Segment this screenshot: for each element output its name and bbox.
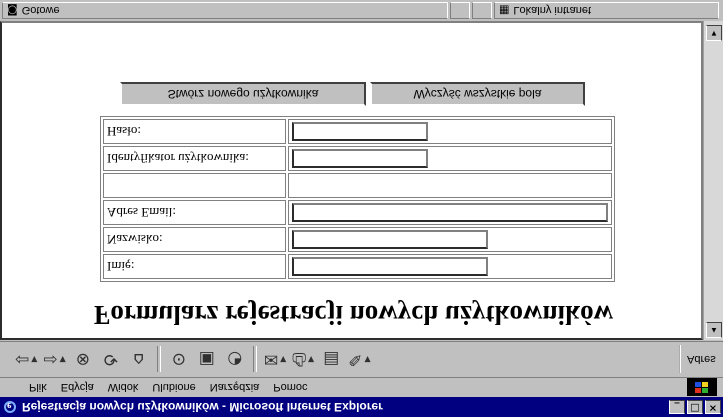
back-arrow-icon: ⇦ bbox=[15, 349, 30, 370]
search-button[interactable]: ⊙ bbox=[165, 347, 193, 373]
empty-field-cell bbox=[288, 173, 612, 198]
back-button[interactable]: ⇦ ▼ bbox=[12, 347, 40, 373]
scroll-up-button[interactable]: ▲ bbox=[706, 322, 722, 338]
password-input[interactable] bbox=[292, 122, 428, 141]
refresh-icon: ⟳ bbox=[103, 349, 118, 370]
svg-text:e: e bbox=[7, 400, 12, 411]
favorites-button[interactable]: ▣ bbox=[193, 347, 221, 373]
form-row-spacer bbox=[103, 173, 612, 198]
form-row-password: Hasło: bbox=[103, 119, 612, 144]
form-row-last-name: Nazwisko: bbox=[103, 227, 612, 252]
status-panel-empty bbox=[450, 2, 470, 19]
password-label: Hasło: bbox=[103, 119, 286, 144]
history-button[interactable]: ◔ bbox=[221, 347, 249, 373]
form-buttons: Stwórz nowego użytkownika Wyczyść wszyst… bbox=[120, 82, 585, 106]
up-arrow-icon: ▲ bbox=[710, 326, 718, 335]
page-content: Formularz rejestracji nowych użytkownikó… bbox=[0, 21, 703, 340]
clear-fields-button[interactable]: Wyczyść wszystkie pola bbox=[370, 82, 585, 106]
refresh-button[interactable]: ⟳ bbox=[97, 347, 125, 373]
create-user-button[interactable]: Stwórz nowego użytkownika bbox=[120, 82, 366, 106]
history-icon: ◔ bbox=[227, 349, 243, 370]
dropdown-arrow-icon: ▼ bbox=[364, 355, 371, 364]
menu-help[interactable]: Pomoc bbox=[266, 382, 314, 394]
page-heading: Formularz rejestracji nowych użytkownikó… bbox=[93, 300, 614, 330]
menu-bar: Plik Edycja Widok Ulubione Narzędzia Pom… bbox=[0, 377, 723, 397]
status-panel-empty bbox=[472, 2, 492, 19]
form-row-user-id: Identyfikator użytkownika: bbox=[103, 146, 612, 171]
forward-button[interactable]: ⇨ ▼ bbox=[40, 347, 68, 373]
form-row-first-name: Imię: bbox=[103, 254, 612, 279]
security-zone-panel: ▦ Lokalny intranet bbox=[494, 2, 719, 19]
search-icon: ⊙ bbox=[171, 349, 186, 370]
down-arrow-icon: ▼ bbox=[710, 29, 718, 38]
empty-label-cell bbox=[103, 173, 286, 198]
discuss-button[interactable]: ✎ ▼ bbox=[345, 347, 373, 373]
edit-button[interactable]: ▤ bbox=[317, 347, 345, 373]
home-button[interactable]: ⌂ bbox=[125, 347, 153, 373]
mail-icon: ✉ bbox=[263, 349, 279, 370]
menu-file[interactable]: Plik bbox=[22, 382, 54, 394]
window-title: Rejestracja nowych użytkowników - Micros… bbox=[22, 400, 383, 414]
email-input[interactable] bbox=[292, 203, 608, 222]
page-icon: ◙ bbox=[7, 4, 18, 17]
form-row-email: Adres Email: bbox=[103, 200, 612, 225]
user-id-label: Identyfikator użytkownika: bbox=[103, 146, 286, 171]
registration-form: Imię: Nazwisko: Adres Email: Identyfikat… bbox=[100, 116, 615, 282]
discuss-icon: ✎ bbox=[348, 349, 363, 370]
dropdown-arrow-icon: ▼ bbox=[59, 355, 66, 364]
email-label: Adres Email: bbox=[103, 200, 286, 225]
toolbar-separator bbox=[252, 346, 257, 373]
home-icon: ⌂ bbox=[133, 349, 145, 370]
title-bar[interactable]: e Rejestracja nowych użytkowników - Micr… bbox=[0, 397, 723, 417]
intranet-icon: ▦ bbox=[499, 4, 510, 17]
toolbar: ⇦ ▼ ⇨ ▼ ⊗ ⟳ ⌂ ⊙ ▣ ◔ ✉ ▼ ⎙ ▼ ▤ ✎ ▼ Adres bbox=[0, 341, 723, 377]
security-zone-text: Lokalny intranet bbox=[513, 4, 592, 17]
address-bar-label[interactable]: Adres bbox=[679, 345, 723, 373]
last-name-label: Nazwisko: bbox=[103, 227, 286, 252]
status-text: Gotowe bbox=[21, 4, 60, 17]
user-id-input[interactable] bbox=[292, 149, 428, 168]
edit-page-icon: ▤ bbox=[323, 349, 340, 370]
menu-tools[interactable]: Narzędzia bbox=[203, 382, 267, 394]
favorites-icon: ▣ bbox=[198, 349, 215, 370]
mail-button[interactable]: ✉ ▼ bbox=[261, 347, 289, 373]
vertical-scrollbar[interactable]: ▲ ▼ bbox=[703, 21, 723, 340]
dropdown-arrow-icon: ▼ bbox=[307, 355, 315, 364]
maximize-button[interactable]: □ bbox=[687, 400, 703, 414]
dropdown-arrow-icon: ▼ bbox=[31, 355, 38, 364]
browser-window: e Rejestracja nowych użytkowników - Micr… bbox=[0, 0, 723, 417]
stop-icon: ⊗ bbox=[75, 349, 90, 370]
scroll-down-button[interactable]: ▼ bbox=[706, 25, 722, 41]
dropdown-arrow-icon: ▼ bbox=[280, 355, 287, 364]
first-name-input[interactable] bbox=[292, 257, 488, 276]
stop-button[interactable]: ⊗ bbox=[69, 347, 97, 373]
menu-favorites[interactable]: Ulubione bbox=[145, 382, 202, 394]
menu-view[interactable]: Widok bbox=[101, 382, 146, 394]
close-button[interactable]: × bbox=[705, 400, 721, 414]
first-name-label: Imię: bbox=[103, 254, 286, 279]
last-name-input[interactable] bbox=[292, 230, 488, 249]
print-icon: ⎙ bbox=[292, 349, 306, 370]
ie-icon: e bbox=[2, 399, 18, 415]
menu-edit[interactable]: Edycja bbox=[54, 382, 101, 394]
toolbar-separator bbox=[156, 346, 161, 373]
forward-arrow-icon: ⇨ bbox=[43, 349, 58, 370]
print-button[interactable]: ⎙ ▼ bbox=[289, 347, 317, 373]
minimize-button[interactable]: _ bbox=[669, 400, 685, 414]
windows-logo-icon bbox=[687, 378, 717, 396]
status-text-panel: ◙ Gotowe bbox=[2, 2, 448, 19]
status-bar: ◙ Gotowe ▦ Lokalny intranet bbox=[0, 0, 723, 21]
